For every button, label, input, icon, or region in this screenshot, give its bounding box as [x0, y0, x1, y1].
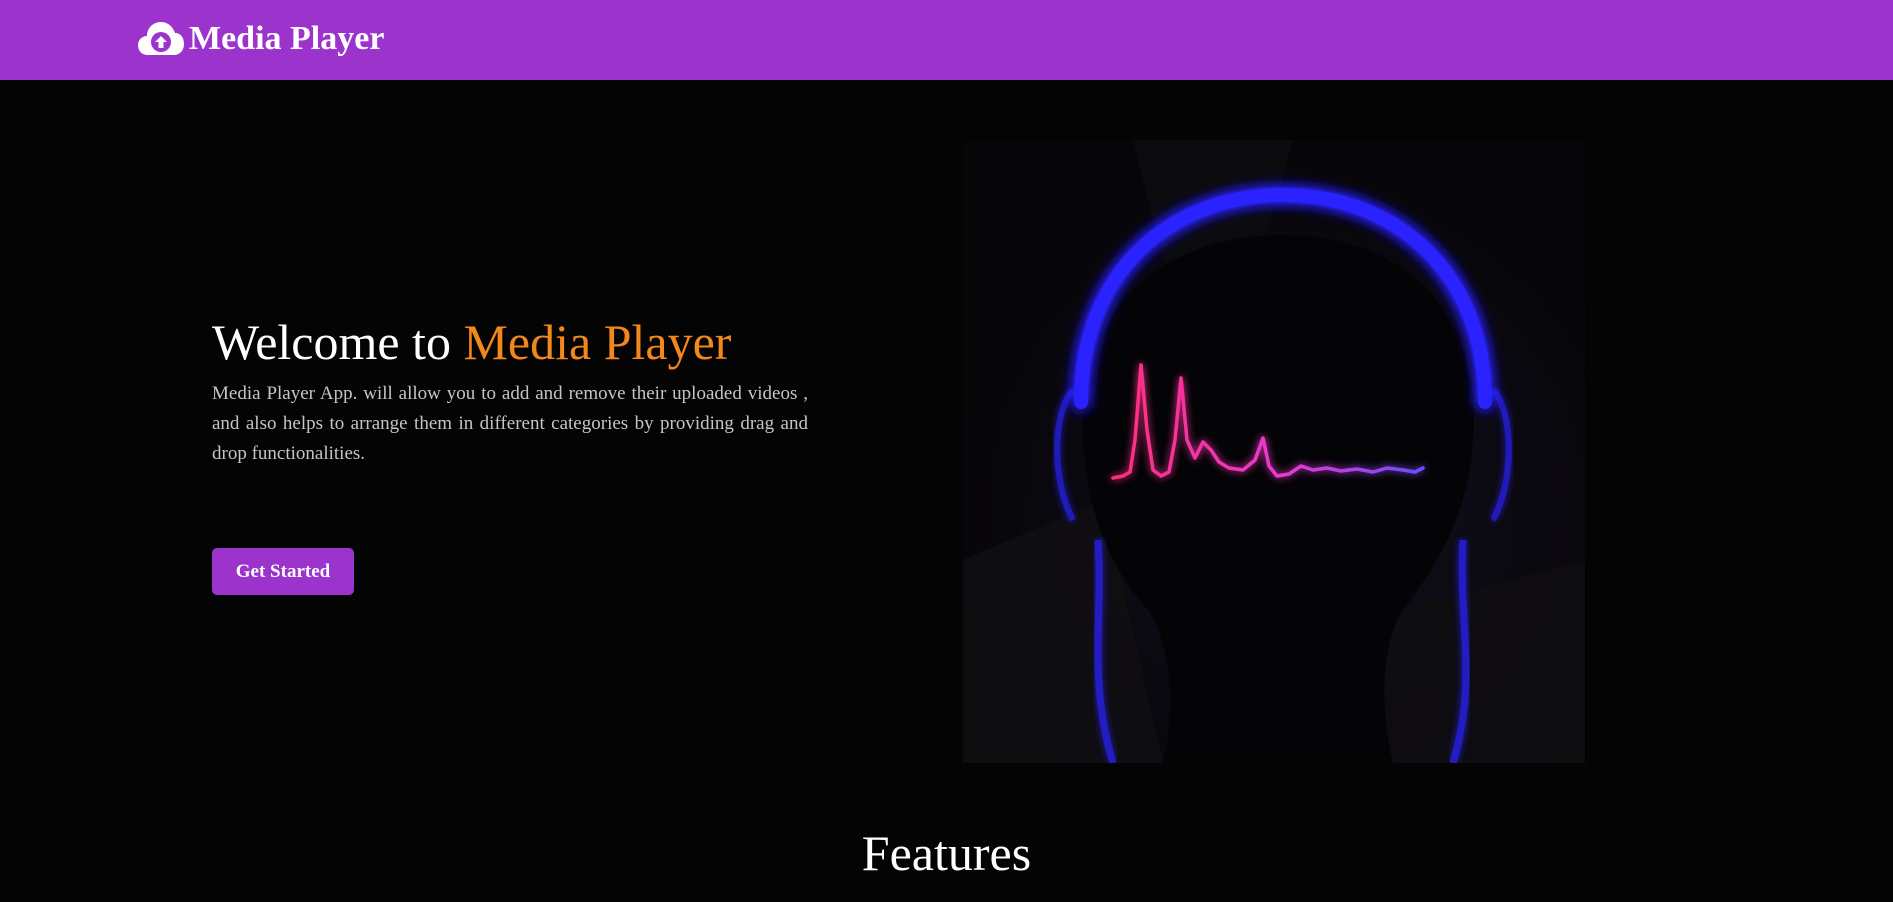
headphones-soundwave-illustration — [963, 140, 1585, 763]
cloud-upload-icon — [138, 22, 184, 55]
features-heading: Features — [861, 825, 1032, 881]
hero-title: Welcome to Media Player — [212, 312, 731, 372]
brand-link[interactable]: Media Player — [137, 14, 384, 64]
navbar: Media Player — [0, 0, 1893, 80]
get-started-button[interactable]: Get Started — [212, 548, 354, 595]
hero-image — [963, 140, 1585, 763]
hero-description: Media Player App. will allow you to add … — [212, 383, 808, 464]
hero-title-accent: Media Player — [463, 314, 732, 370]
hero-title-prefix: Welcome to — [212, 314, 464, 370]
brand-title: Media Player — [189, 20, 385, 57]
hero-section: Welcome to Media Player Media Player App… — [0, 80, 1893, 902]
